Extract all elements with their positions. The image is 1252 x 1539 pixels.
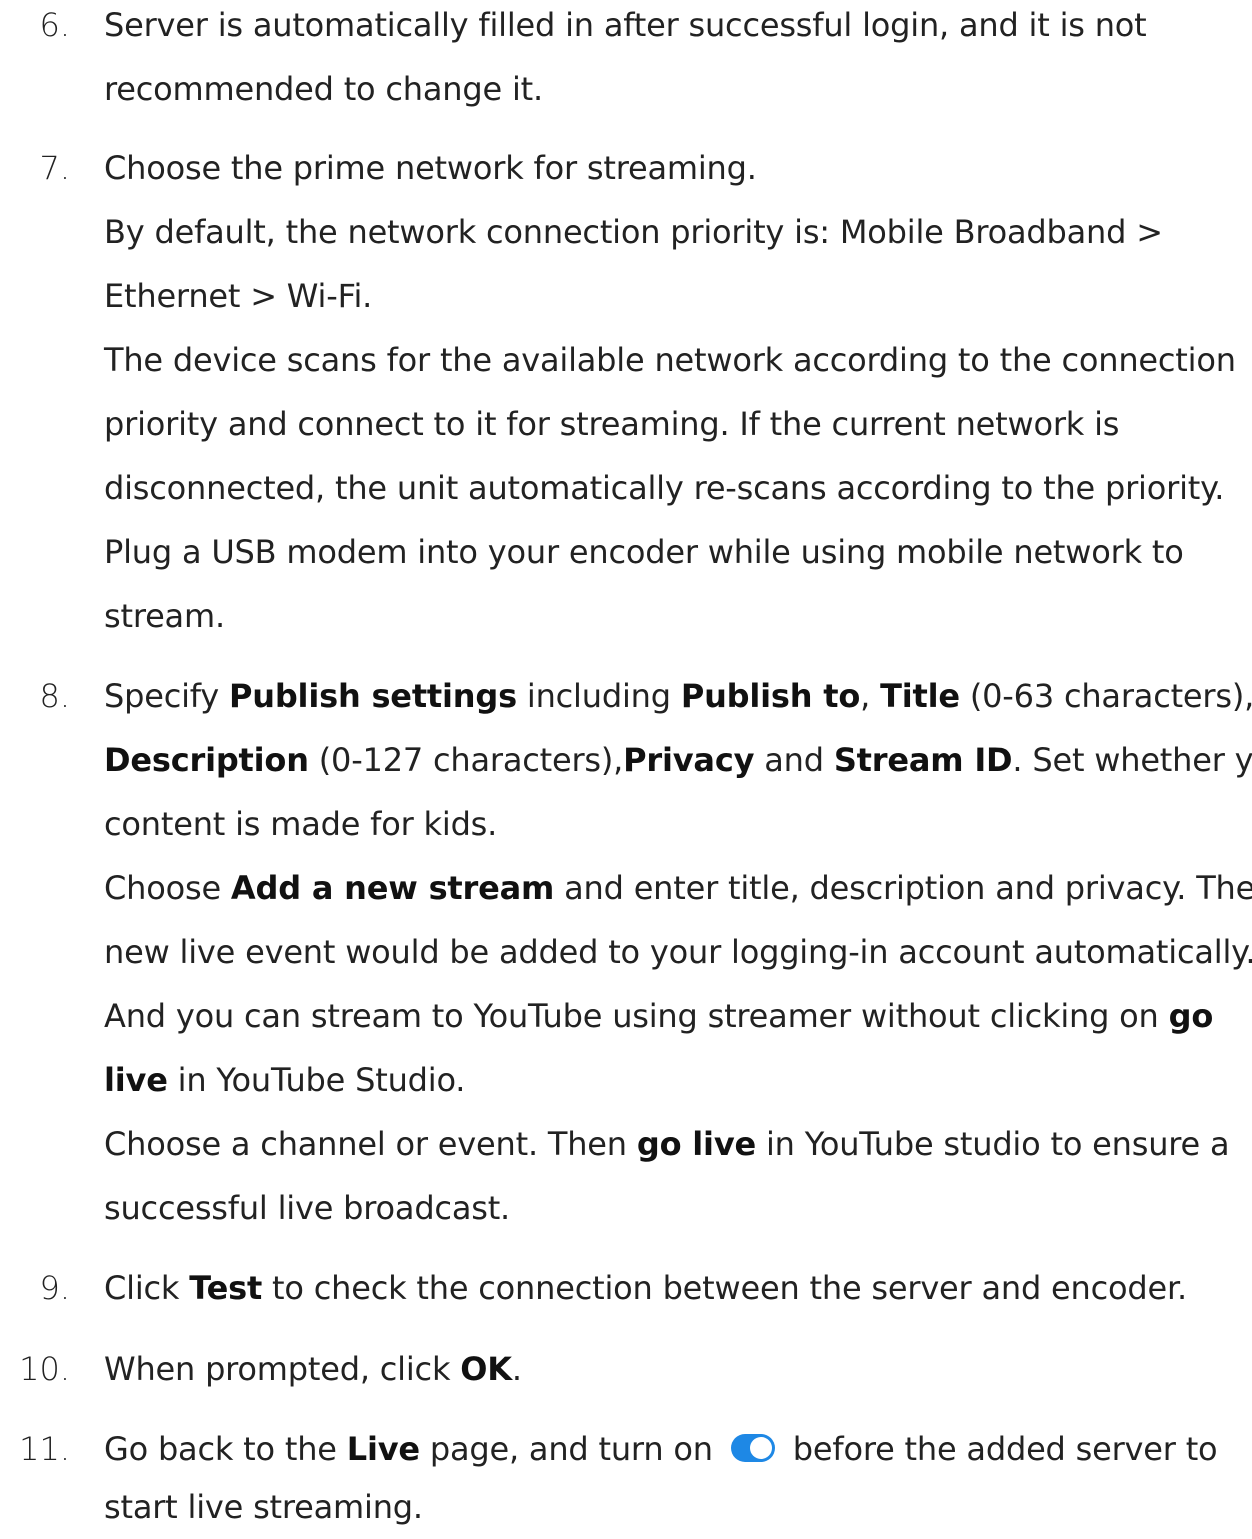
step-11-line-2: start live streaming.	[104, 1488, 423, 1526]
test-label: Test	[189, 1269, 263, 1307]
text: When prompted, click	[104, 1350, 461, 1388]
go-live-label: go live	[636, 1125, 756, 1163]
text: in YouTube Studio.	[167, 1061, 466, 1099]
text: ,	[860, 677, 881, 715]
step-6-line-2: recommended to change it.	[104, 70, 543, 108]
step-9-line-1: Click Test to check the connection betwe…	[104, 1256, 1187, 1320]
step-7-line-7: Plug a USB modem into your encoder while…	[104, 533, 1184, 571]
privacy-label: Privacy	[623, 741, 755, 779]
go-live-label: go	[1168, 997, 1214, 1035]
step-8-line-3: content is made for kids.	[104, 805, 498, 843]
step-number-8: 8.	[39, 677, 70, 715]
text: And you can stream to YouTube using stre…	[104, 997, 1169, 1035]
go-live-label: live	[104, 1061, 168, 1099]
step-number-7: 7.	[39, 149, 70, 187]
text: .	[511, 1350, 522, 1388]
step-number-10: 10.	[19, 1350, 70, 1388]
step-8-line-9: successful live broadcast.	[104, 1189, 511, 1227]
text: Click	[104, 1269, 190, 1307]
publish-to-label: Publish to	[680, 677, 861, 715]
text: (0-127 characters),	[308, 741, 624, 779]
step-7-line-6: disconnected, the unit automatically re-…	[104, 469, 1225, 507]
step-7-line-2: By default, the network connection prior…	[104, 213, 1163, 251]
step-8-line-1: Specify Publish settings including Publi…	[104, 664, 1252, 728]
text: and enter title, description and privacy…	[554, 869, 1252, 907]
step-8-line-2: Description (0-127 characters),Privacy a…	[104, 728, 1252, 792]
description-label: Description	[104, 741, 309, 779]
step-8-line-5: new live event would be added to your lo…	[104, 933, 1252, 971]
text: . Set whether your	[1012, 741, 1252, 779]
live-label: Live	[346, 1430, 420, 1468]
document-page: 6. Server is automatically filled in aft…	[0, 0, 1252, 1531]
step-7-line-4: The device scans for the available netwo…	[104, 341, 1236, 379]
step-7-line-1: Choose the prime network for streaming.	[104, 149, 757, 187]
add-new-stream-label: Add a new stream	[230, 869, 555, 907]
step-8-line-4: Choose Add a new stream and enter title,…	[104, 856, 1252, 920]
ok-label: OK	[460, 1350, 512, 1388]
step-7-line-8: stream.	[104, 597, 225, 635]
step-7-line-5: priority and connect to it for streaming…	[104, 405, 1120, 443]
publish-settings-label: Publish settings	[229, 677, 517, 715]
step-10-line-1: When prompted, click OK.	[104, 1337, 522, 1401]
text: in YouTube studio to ensure a	[756, 1125, 1230, 1163]
step-6-line-1: Server is automatically filled in after …	[104, 6, 1147, 44]
step-7-line-3: Ethernet > Wi-Fi.	[104, 277, 373, 315]
text: Choose a channel or event. Then	[104, 1125, 637, 1163]
step-11-line-1: Go back to the Live page, and turn on be…	[104, 1417, 1218, 1481]
step-number-6: 6.	[39, 6, 70, 44]
toggle-switch-on-icon	[730, 1434, 775, 1462]
step-8-line-6: And you can stream to YouTube using stre…	[104, 984, 1213, 1048]
text: and	[754, 741, 834, 779]
text: to check the connection between the serv…	[262, 1269, 1187, 1307]
text: including	[516, 677, 681, 715]
step-number-11: 11.	[19, 1430, 70, 1468]
title-label: Title	[880, 677, 960, 715]
text: Choose	[104, 869, 231, 907]
text: Specify	[104, 677, 230, 715]
text: Go back to the	[104, 1430, 347, 1468]
toggle-knob	[749, 1437, 772, 1459]
stream-id-label: Stream ID	[833, 741, 1013, 779]
step-8-line-7: live in YouTube Studio.	[104, 1048, 465, 1112]
text: page, and turn on	[419, 1430, 723, 1468]
text: before the added server to	[782, 1430, 1218, 1468]
step-8-line-8: Choose a channel or event. Then go live …	[104, 1112, 1230, 1176]
step-number-9: 9.	[39, 1269, 70, 1307]
text: (0-63 characters),	[959, 677, 1252, 715]
